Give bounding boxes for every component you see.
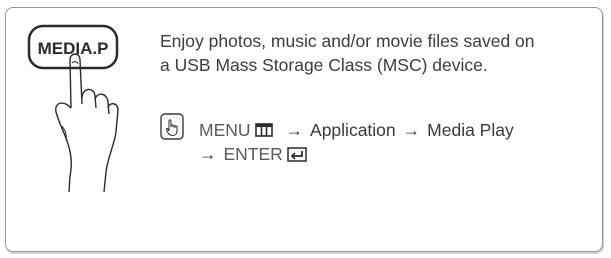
description-text: Enjoy photos, music and/or movie files s…: [160, 29, 600, 77]
navigation-line-2: → ENTER: [199, 142, 514, 166]
menu-icon: [254, 123, 273, 137]
enter-key-label: ENTER: [223, 144, 283, 164]
hand-pressing-button-icon: MEDIA.P: [27, 24, 119, 193]
menu-key-label: MENU: [199, 120, 251, 140]
nav-item-application: Application: [310, 120, 396, 140]
remote-hand-icon: [160, 113, 184, 140]
description-line-2: a USB Mass Storage Class (MSC) device.: [160, 55, 488, 75]
nav-item-media-play: Media Play: [427, 120, 514, 140]
media-p-label: MEDIA.P: [38, 39, 109, 58]
arrow-separator: →: [402, 120, 421, 140]
navigation-path: MENU → Application → Media Play → ENTER: [199, 118, 514, 166]
arrow-separator: →: [285, 120, 304, 140]
navigation-line-1: MENU → Application → Media Play: [199, 118, 514, 142]
description-line-1: Enjoy photos, music and/or movie files s…: [160, 31, 535, 51]
arrow-separator: →: [199, 144, 217, 164]
enter-icon: [287, 146, 307, 162]
